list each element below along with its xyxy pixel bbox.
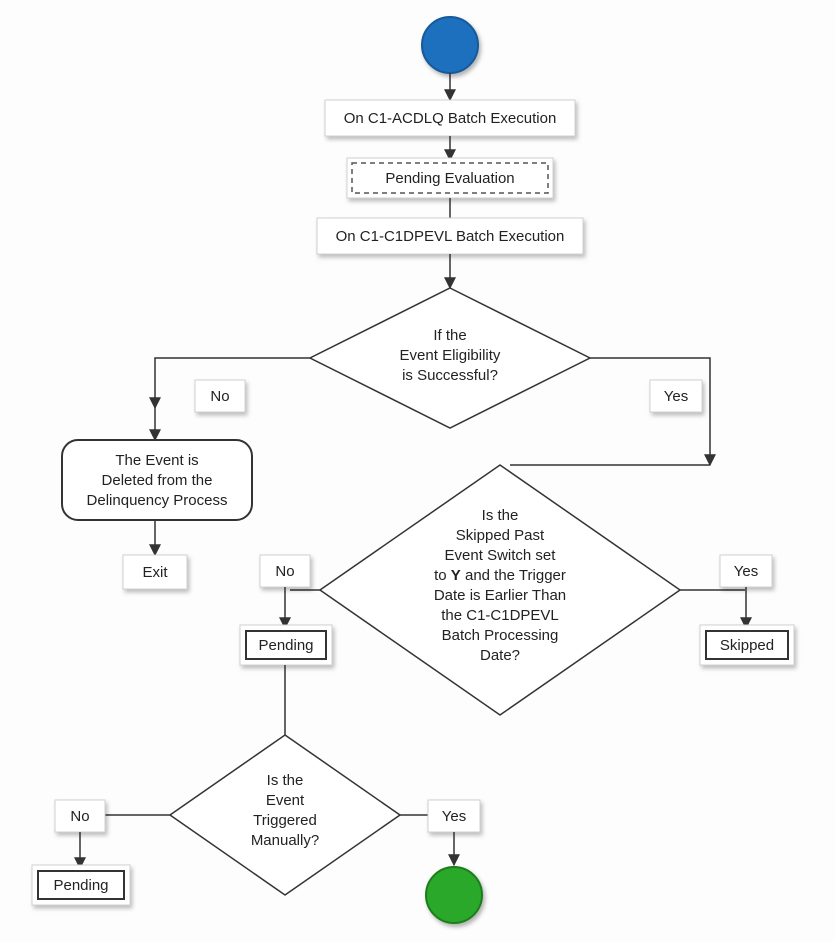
end-node [426, 867, 482, 923]
terminal-exit: Exit [123, 555, 187, 589]
svg-text:If the: If the [433, 327, 466, 344]
step-batch-c1dpevl-label: On C1-C1DPEVL Batch Execution [336, 228, 565, 245]
svg-text:Batch Processing: Batch Processing [442, 627, 559, 644]
action-event-deleted: The Event is Deleted from the Delinquenc… [62, 440, 252, 520]
svg-text:Delinquency Process: Delinquency Process [87, 492, 228, 509]
svg-text:Date is Earlier Than: Date is Earlier Than [434, 587, 566, 604]
decision-event-eligibility: If the Event Eligibility is Successful? [310, 288, 590, 428]
svg-text:Deleted from the: Deleted from the [102, 472, 213, 489]
step-batch-acdlq-label: On C1-ACDLQ Batch Execution [344, 110, 557, 127]
svg-text:No: No [275, 563, 294, 580]
svg-text:Yes: Yes [734, 563, 758, 580]
state-pending-2: Pending [32, 865, 130, 905]
svg-text:Event Eligibility: Event Eligibility [400, 347, 501, 364]
svg-text:Is the: Is the [482, 507, 519, 524]
state-skipped: Skipped [700, 625, 794, 665]
svg-text:Skipped Past: Skipped Past [456, 527, 545, 544]
step-batch-c1dpevl: On C1-C1DPEVL Batch Execution [317, 218, 583, 254]
decision-skipped-past-switch: Is the Skipped Past Event Switch set to … [320, 465, 680, 715]
step-batch-acdlq: On C1-ACDLQ Batch Execution [325, 100, 575, 136]
label-yes-2: Yes [720, 555, 772, 587]
svg-text:Manually?: Manually? [251, 832, 319, 849]
svg-text:Exit: Exit [142, 564, 168, 581]
start-node [422, 17, 478, 73]
svg-text:Yes: Yes [442, 808, 466, 825]
svg-text:The Event is: The Event is [115, 452, 198, 469]
svg-text:Event Switch set: Event Switch set [445, 547, 557, 564]
svg-text:Triggered: Triggered [253, 812, 317, 829]
label-no-1: No [195, 380, 245, 412]
svg-text:No: No [70, 808, 89, 825]
svg-text:Event: Event [266, 792, 305, 809]
label-yes-1: Yes [650, 380, 702, 412]
state-pending-evaluation: Pending Evaluation [347, 158, 553, 198]
state-pending-1: Pending [240, 625, 332, 665]
flowchart-canvas: On C1-ACDLQ Batch Execution Pending Eval… [0, 0, 835, 942]
decision-triggered-manually: Is the Event Triggered Manually? [170, 735, 400, 895]
label-no-2: No [260, 555, 310, 587]
svg-text:No: No [210, 388, 229, 405]
svg-text:the C1-C1DPEVL: the C1-C1DPEVL [441, 607, 559, 624]
state-pending-evaluation-label: Pending Evaluation [385, 170, 514, 187]
svg-text:Pending: Pending [53, 877, 108, 894]
label-yes-3: Yes [428, 800, 480, 832]
svg-text:Skipped: Skipped [720, 637, 774, 654]
svg-text:Pending: Pending [258, 637, 313, 654]
label-no-3: No [55, 800, 105, 832]
svg-text:Date?: Date? [480, 647, 520, 664]
svg-text:to Y and the Trigger: to Y and the Trigger [434, 567, 566, 584]
svg-text:Is the: Is the [267, 772, 304, 789]
svg-text:Yes: Yes [664, 388, 688, 405]
svg-text:is Successful?: is Successful? [402, 367, 498, 384]
